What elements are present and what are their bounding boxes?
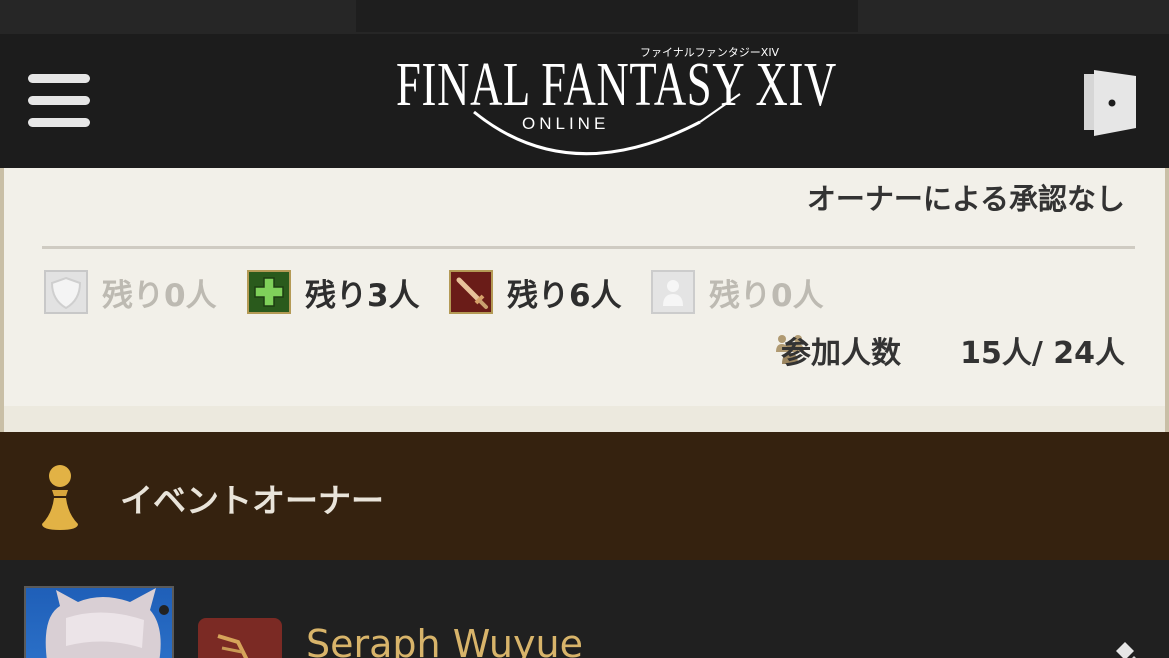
role-any-label: 残り0人 bbox=[709, 278, 824, 314]
site-header: ファイナルファンタジーXIV FINAL FANTASY XIV ONLINE bbox=[0, 34, 1169, 168]
participant-count-row: 参加人数 15人/ 24人 bbox=[773, 328, 1125, 371]
dps-sword-icon bbox=[449, 270, 493, 314]
event-owner-title: イベントオーナー bbox=[120, 481, 384, 520]
healer-cross-icon bbox=[247, 270, 291, 314]
options-diamond-icon[interactable] bbox=[1110, 640, 1140, 658]
participants-label: 参加人数 bbox=[781, 336, 901, 371]
divider bbox=[42, 246, 1135, 249]
approval-status: オーナーによる承認なし bbox=[806, 182, 1125, 216]
logo-online: ONLINE bbox=[522, 114, 610, 133]
ffxiv-logo[interactable]: ファイナルファンタジーXIV FINAL FANTASY XIV ONLINE bbox=[390, 40, 836, 162]
job-icon bbox=[198, 618, 282, 658]
tank-shield-icon bbox=[44, 270, 88, 314]
owner-row[interactable]: Seraph Wuyue bbox=[0, 560, 1169, 658]
recruitment-panel-body: オーナーによる承認なし 残り0人 残り3人 残り6人 残り0人 参加人数 15人… bbox=[4, 168, 1165, 406]
event-owner-header: イベントオーナー bbox=[0, 432, 1169, 560]
recruitment-panel: オーナーによる承認なし 残り0人 残り3人 残り6人 残り0人 参加人数 15人… bbox=[0, 168, 1169, 432]
owner-name[interactable]: Seraph Wuyue bbox=[306, 622, 583, 658]
browser-top-bar bbox=[0, 0, 1169, 34]
role-dps-label: 残り6人 bbox=[507, 278, 622, 314]
role-tank-label: 残り0人 bbox=[102, 278, 217, 314]
hamburger-menu-icon[interactable] bbox=[28, 74, 92, 130]
logo-title: FINAL FANTASY XIV bbox=[396, 51, 838, 119]
role-healer-label: 残り3人 bbox=[305, 278, 420, 314]
url-bar-area bbox=[356, 0, 858, 32]
any-role-icon bbox=[651, 270, 695, 314]
owner-avatar[interactable] bbox=[24, 586, 174, 658]
owner-pawn-icon bbox=[38, 462, 82, 534]
participants-count: 15人/ 24人 bbox=[960, 336, 1125, 371]
exit-door-icon[interactable] bbox=[1080, 64, 1140, 140]
